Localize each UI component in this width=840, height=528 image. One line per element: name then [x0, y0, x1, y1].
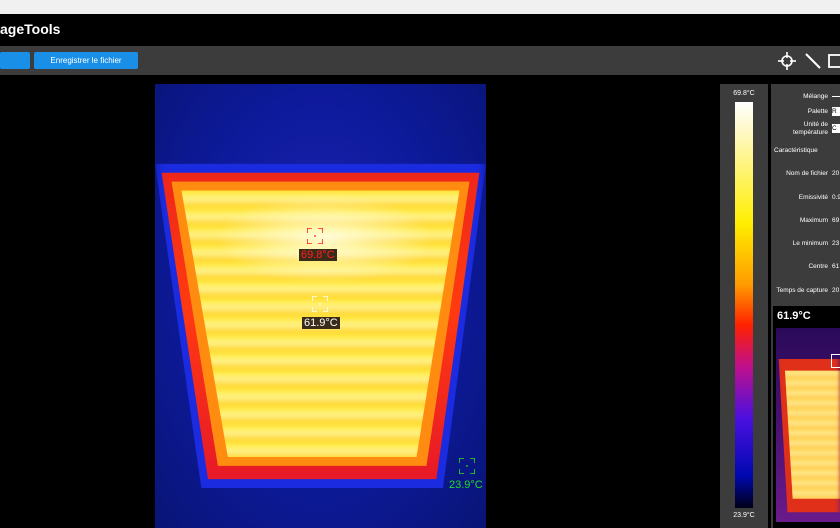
- preview-marker: [831, 354, 840, 368]
- app-title: ageTools: [0, 21, 61, 37]
- rectangle-icon[interactable]: [826, 50, 840, 72]
- toolbar: Enregistrer le fichier: [0, 46, 840, 75]
- center-label: Centre: [808, 263, 828, 270]
- palette-label: Palette: [807, 108, 828, 115]
- center-temp-label: 61.9°C: [302, 317, 340, 329]
- preview-thumbnail[interactable]: 61.9°C: [773, 306, 840, 528]
- min-marker-bracket-icon: [459, 458, 475, 474]
- unit-select[interactable]: C: [832, 124, 840, 133]
- scale-min-label: 23.9°C: [733, 512, 755, 519]
- filename-value: 20: [832, 170, 840, 177]
- center-value: 61: [832, 263, 840, 270]
- color-scale-bar: [735, 102, 753, 508]
- characteristic-label: Caractéristique: [774, 147, 818, 154]
- capture-time-value: 20: [832, 287, 840, 294]
- max-temp-label: 69.8°C: [299, 249, 337, 261]
- max-marker-bracket-icon: [307, 228, 323, 244]
- maximum-label: Maximum: [799, 217, 828, 224]
- title-bar: ageTools: [0, 14, 840, 46]
- info-panel: Mélange Palette R Unité de température C…: [771, 84, 840, 528]
- min-temp-label: 23.9°C: [449, 479, 483, 491]
- scale-max-label: 69.8°C: [733, 90, 755, 97]
- open-file-button[interactable]: [0, 52, 30, 69]
- minimum-value: 23: [832, 240, 840, 247]
- line-icon[interactable]: [802, 50, 824, 72]
- temperature-scale-panel: 69.8°C 23.9°C: [720, 84, 768, 528]
- capture-time-label: Temps de capture: [776, 287, 828, 294]
- center-marker-bracket-icon: [312, 296, 328, 312]
- window-top-strip: [0, 0, 840, 14]
- unit-label: Unité de température: [792, 121, 828, 136]
- thermal-image[interactable]: 69.8°C 61.9°C 23.9°C: [155, 84, 486, 528]
- filename-label: Nom de fichier: [786, 170, 828, 177]
- thermal-hotspot: [215, 194, 435, 284]
- maximum-value: 69: [832, 217, 840, 224]
- palette-select[interactable]: R: [832, 107, 840, 116]
- emissivity-value: 0.9: [832, 194, 840, 201]
- crosshair-icon[interactable]: [776, 50, 798, 72]
- save-file-button[interactable]: Enregistrer le fichier: [34, 52, 138, 69]
- preview-temp-label: 61.9°C: [777, 310, 811, 322]
- minimum-label: Le minimum: [792, 240, 828, 247]
- emissivity-label: Emissivité: [798, 194, 828, 201]
- melange-label: Mélange: [803, 93, 828, 100]
- melange-slider[interactable]: [832, 96, 840, 97]
